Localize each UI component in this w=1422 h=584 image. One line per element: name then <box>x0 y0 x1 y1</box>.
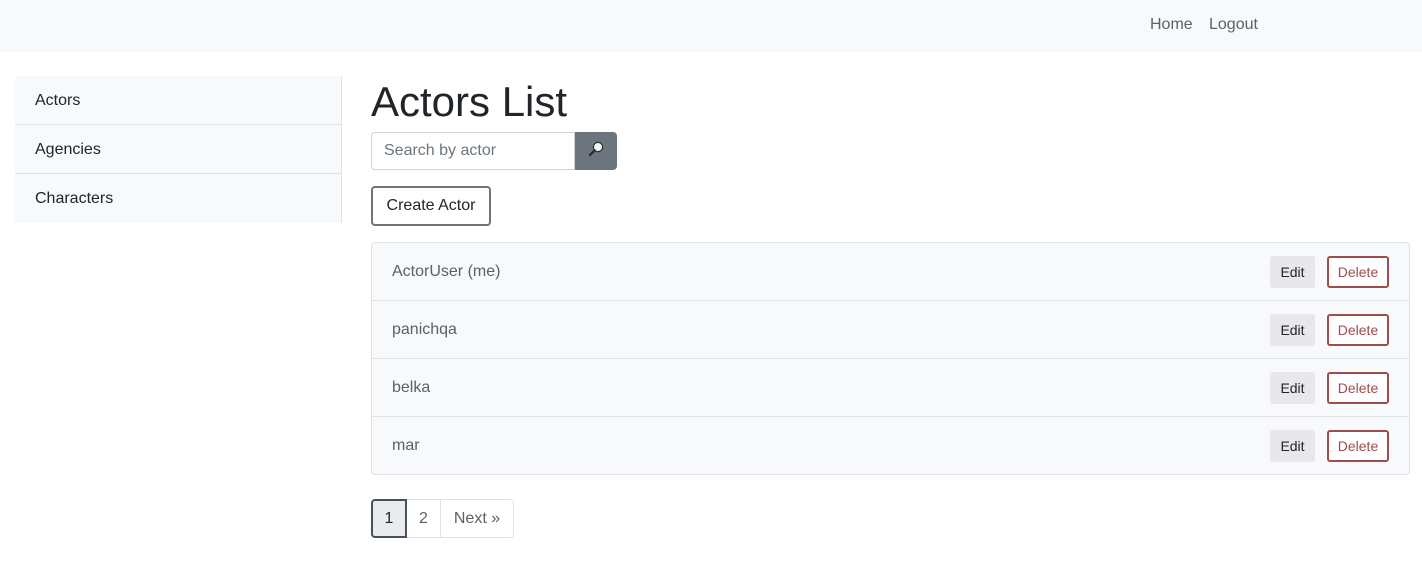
actor-name: ActorUser (me) <box>392 263 501 280</box>
search-input[interactable] <box>371 132 575 170</box>
sidebar-item-characters[interactable]: Characters <box>15 174 341 223</box>
actor-name: mar <box>392 437 420 454</box>
edit-button[interactable]: Edit <box>1270 256 1315 288</box>
sidebar: Actors Agencies Characters <box>15 76 342 223</box>
nav-home-link[interactable]: Home <box>1150 15 1193 35</box>
edit-button[interactable]: Edit <box>1270 314 1315 346</box>
edit-button[interactable]: Edit <box>1270 430 1315 462</box>
sidebar-item-actors[interactable]: Actors <box>15 76 341 125</box>
page-title: Actors List <box>371 78 568 125</box>
search-button[interactable] <box>575 132 617 170</box>
magnifier-icon <box>587 140 605 163</box>
page-1-button[interactable]: 1 <box>371 499 407 538</box>
actor-name: panichqa <box>392 321 457 338</box>
list-item: mar Edit Delete <box>372 417 1409 475</box>
nav-logout-link[interactable]: Logout <box>1209 15 1258 35</box>
list-item: belka Edit Delete <box>372 359 1409 417</box>
sidebar-item-agencies[interactable]: Agencies <box>15 125 341 174</box>
delete-button[interactable]: Delete <box>1327 314 1389 346</box>
pagination: 1 2 Next » <box>371 499 514 538</box>
list-item: panichqa Edit Delete <box>372 301 1409 359</box>
edit-button[interactable]: Edit <box>1270 372 1315 404</box>
actors-list: ActorUser (me) Edit Delete panichqa Edit… <box>371 242 1410 475</box>
delete-button[interactable]: Delete <box>1327 430 1389 462</box>
delete-button[interactable]: Delete <box>1327 372 1389 404</box>
page-2-button[interactable]: 2 <box>406 499 441 538</box>
top-navbar: Home Logout <box>0 0 1422 52</box>
next-page-button[interactable]: Next » <box>440 499 514 538</box>
actor-name: belka <box>392 379 431 396</box>
create-actor-button[interactable]: Create Actor <box>371 186 491 226</box>
delete-button[interactable]: Delete <box>1327 256 1389 288</box>
list-item: ActorUser (me) Edit Delete <box>372 243 1409 301</box>
